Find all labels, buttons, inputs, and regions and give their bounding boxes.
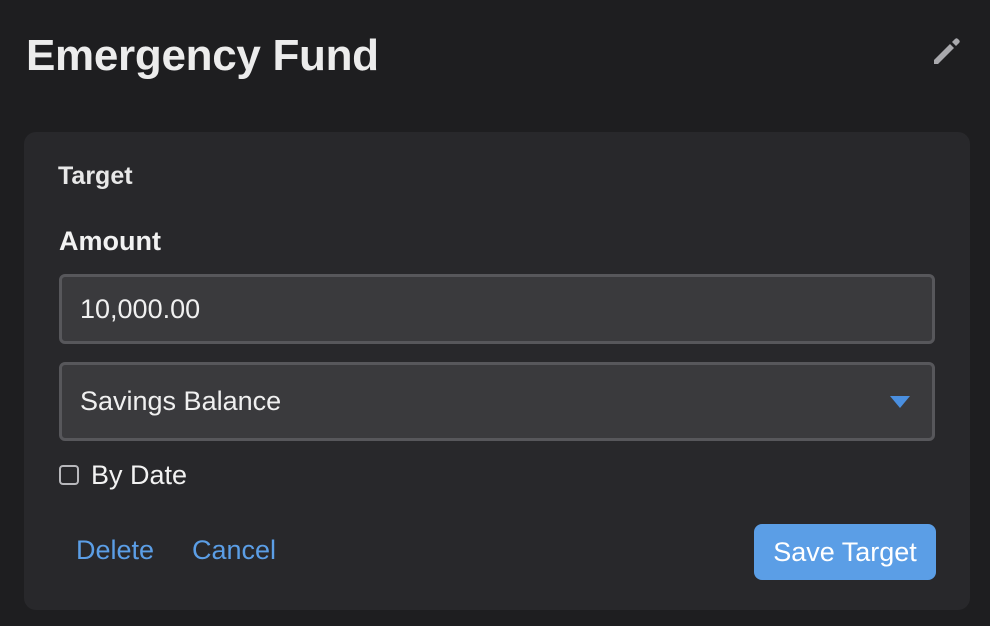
page-title: Emergency Fund bbox=[26, 31, 379, 80]
pencil-icon bbox=[934, 38, 960, 64]
section-label: Target bbox=[58, 162, 133, 190]
select-value: Savings Balance bbox=[80, 386, 282, 416]
amount-input[interactable] bbox=[59, 274, 935, 344]
by-date-checkbox[interactable] bbox=[59, 465, 79, 485]
target-type-select[interactable]: Savings Balance bbox=[59, 362, 935, 441]
caret-down-icon bbox=[890, 395, 910, 408]
by-date-label[interactable]: By Date bbox=[91, 458, 187, 492]
save-target-button[interactable]: Save Target bbox=[754, 524, 936, 580]
delete-button[interactable]: Delete bbox=[76, 535, 154, 566]
amount-label: Amount bbox=[59, 226, 161, 256]
by-date-row: By Date bbox=[59, 458, 187, 492]
target-card: Target Amount Savings Balance By Date De… bbox=[24, 132, 970, 610]
goal-page: Emergency Fund Target Amount Savings Bal… bbox=[0, 0, 990, 626]
edit-button[interactable] bbox=[924, 30, 968, 74]
cancel-button[interactable]: Cancel bbox=[192, 535, 276, 566]
